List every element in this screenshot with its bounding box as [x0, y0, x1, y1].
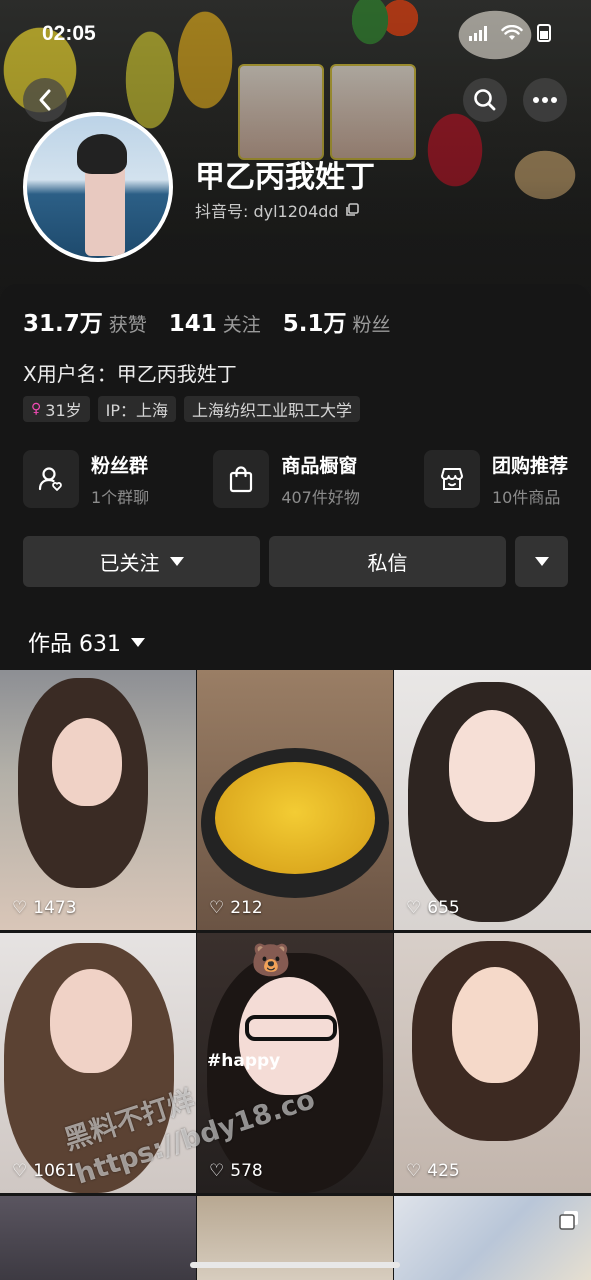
video-likes-count: 578 [230, 1161, 263, 1181]
copy-icon[interactable] [345, 203, 359, 217]
ip-tag-label: IP：上海 [105, 401, 169, 420]
stats-row: 31.7万 获赞 141 关注 5.1万 粉丝 [23, 304, 391, 338]
stat-following[interactable]: 141 关注 [169, 310, 261, 337]
video-likes-count: 655 [427, 898, 460, 918]
back-button[interactable] [23, 78, 67, 122]
video-likes: ♡ 578 [209, 1161, 263, 1181]
thumb-glasses [245, 1015, 337, 1041]
feature-shop-window[interactable]: 商品橱窗 407件好物 [213, 450, 360, 508]
feature-shop-window-subtitle: 407件好物 [281, 487, 360, 507]
more-button[interactable] [523, 78, 567, 122]
works-tab[interactable]: 作品 631 [28, 626, 145, 658]
stat-followers[interactable]: 5.1万 粉丝 [283, 304, 391, 338]
thumb-face [50, 969, 132, 1073]
heart-icon: ♡ [12, 898, 28, 918]
stat-following-label: 关注 [222, 314, 261, 336]
video-likes: ♡ 212 [209, 898, 263, 918]
followed-button-label: 已关注 [99, 551, 160, 575]
store-icon [423, 450, 480, 508]
douyin-id-text: 抖音号: dyl1204dd [195, 202, 339, 221]
search-button[interactable] [463, 78, 507, 122]
display-name: 甲乙丙我姓丁 [195, 160, 375, 195]
status-time: 02:05 [42, 22, 96, 45]
video-likes-count: 212 [230, 898, 263, 918]
video-likes-count: 425 [427, 1161, 460, 1181]
video-likes: ♡ 1473 [12, 898, 77, 918]
video-likes: ♡ 1061 [12, 1161, 77, 1181]
video-thumbnail[interactable]: ♡ 212 [197, 670, 393, 930]
feature-group-buy-subtitle: 10件商品 [491, 487, 561, 507]
video-likes-count: 1061 [33, 1161, 77, 1181]
avatar[interactable] [23, 112, 173, 262]
cellular-signal-icon [469, 25, 487, 41]
action-row: 已关注 私信 [23, 536, 568, 587]
feature-fan-group-subtitle: 1个群聊 [91, 487, 150, 507]
message-button[interactable]: 私信 [269, 536, 506, 587]
dropdown-triangle-icon [169, 557, 184, 566]
stat-likes-value: 31.7万 [23, 311, 103, 337]
tag-row: ♀ 31岁 IP：上海 上海纺织工业职工大学 [23, 396, 361, 422]
thumb-soup [215, 762, 375, 874]
multi-image-icon [559, 1211, 578, 1230]
more-dots-icon [533, 97, 557, 103]
thumb-face [452, 967, 538, 1083]
dropdown-triangle-icon [534, 557, 549, 566]
video-thumbnail[interactable] [0, 1196, 196, 1280]
school-tag[interactable]: 上海纺织工业职工大学 [184, 396, 361, 422]
heart-icon: ♡ [12, 1161, 28, 1181]
heart-icon: ♡ [209, 1161, 225, 1181]
chevron-left-icon [39, 89, 51, 111]
battery-icon [537, 24, 551, 42]
female-icon: ♀ [31, 401, 42, 417]
age-tag-label: 31岁 [45, 401, 82, 420]
video-likes: ♡ 655 [406, 898, 460, 918]
stat-likes[interactable]: 31.7万 获赞 [23, 304, 147, 338]
feature-group-buy[interactable]: 团购推荐 10件商品 [423, 450, 568, 508]
wifi-icon [501, 25, 523, 40]
video-likes: ♡ 425 [406, 1161, 460, 1181]
followed-button[interactable]: 已关注 [23, 536, 260, 587]
stat-likes-label: 获赞 [108, 314, 147, 336]
douyin-id[interactable]: 抖音号: dyl1204dd [195, 198, 359, 222]
video-thumbnail[interactable]: ♡ 425 [394, 933, 591, 1193]
heart-icon: ♡ [406, 1161, 422, 1181]
heart-icon: ♡ [406, 898, 422, 918]
feature-fan-group[interactable]: 粉丝群 1个群聊 [23, 450, 149, 508]
thumb-face [52, 718, 122, 806]
search-icon [474, 89, 496, 111]
feature-shop-window-title: 商品橱窗 [281, 454, 358, 477]
dropdown-triangle-icon [131, 637, 145, 647]
home-indicator[interactable] [190, 1262, 400, 1268]
more-actions-button[interactable] [515, 536, 568, 587]
ip-tag: IP：上海 [97, 396, 177, 422]
age-tag: ♀ 31岁 [23, 396, 90, 422]
message-button-label: 私信 [367, 551, 408, 575]
stat-followers-value: 5.1万 [282, 311, 347, 337]
school-tag-label: 上海纺织工业职工大学 [192, 401, 353, 420]
feature-fan-group-title: 粉丝群 [91, 454, 149, 477]
bear-emoji-icon: 🐻 [251, 941, 291, 979]
bio-text: X用户名：甲乙丙我姓丁 [23, 362, 237, 386]
fan-group-icon [23, 450, 79, 508]
shopping-bag-icon [213, 450, 270, 508]
heart-icon: ♡ [209, 898, 225, 918]
status-icons [469, 24, 551, 42]
works-tab-label: 作品 631 [28, 632, 121, 657]
video-thumbnail[interactable] [394, 1196, 591, 1280]
video-thumbnail[interactable]: ♡ 1473 [0, 670, 196, 930]
feature-row: 粉丝群 1个群聊 商品橱窗 407件好物 团购推荐 10件商品 [23, 450, 568, 508]
video-likes-count: 1473 [33, 898, 77, 918]
avatar-hair [77, 134, 127, 174]
feature-group-buy-title: 团购推荐 [491, 454, 568, 477]
video-thumbnail[interactable]: ♡ 655 [394, 670, 591, 930]
thumb-face [449, 710, 535, 822]
stat-following-value: 141 [168, 311, 217, 337]
stat-followers-label: 粉丝 [352, 314, 391, 336]
